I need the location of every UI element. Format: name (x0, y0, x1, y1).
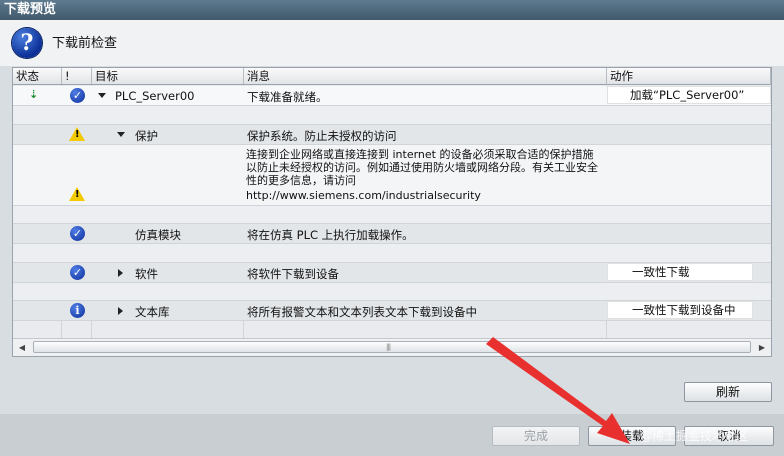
row-message: 将软件下载到设备 (247, 267, 339, 281)
table-row[interactable]: ⇣ ✓ PLC_Server00 下载准备就绪。 加载“PLC_Server00… (13, 86, 771, 105)
check-icon: ✓ (70, 265, 85, 280)
security-link[interactable]: http://www.siemens.com/industrialsecurit… (246, 189, 481, 202)
table-row[interactable]: i 文本库 将所有报警文本和文本列表文本下载到设备中 一致性下载到设备中 (13, 301, 771, 320)
action-select[interactable]: 加载“PLC_Server00” (607, 86, 771, 104)
collapse-arrow-icon[interactable] (98, 93, 106, 98)
scroll-left-icon[interactable]: ◀ (15, 341, 29, 354)
watermark: @稀土掘金技术社区 (640, 429, 749, 443)
header: ? 下载前检查 (0, 20, 784, 66)
security-message: 连接到企业网络或直接连接到 internet 的设备必须采取合适的保护措施以防止… (246, 148, 598, 187)
row-target: PLC_Server00 (115, 89, 195, 103)
row-message: 下载准备就绪。 (247, 90, 328, 104)
column-header-action[interactable]: 动作 (607, 68, 771, 85)
row-target: 仿真模块 (135, 228, 181, 242)
action-select[interactable]: 一致性下载到设备中 (607, 301, 753, 319)
download-status-icon: ⇣ (29, 88, 39, 101)
column-header-target[interactable]: 目标 (92, 68, 244, 85)
row-message: 将在仿真 PLC 上执行加载操作。 (247, 228, 414, 242)
question-icon: ? (12, 28, 42, 58)
row-message: 保护系统。防止未授权的访问 (247, 129, 397, 143)
expand-arrow-icon[interactable] (118, 269, 123, 277)
table-row: ! 连接到企业网络或直接连接到 internet 的设备必须采取合适的保护措施以… (13, 145, 771, 205)
column-header-flag[interactable]: ! (62, 68, 92, 85)
table-row[interactable]: ✓ 软件 将软件下载到设备 一致性下载 (13, 263, 771, 282)
row-target: 文本库 (135, 305, 170, 319)
finish-button[interactable]: 完成 (492, 426, 580, 446)
column-header-message[interactable]: 消息 (244, 68, 607, 85)
horizontal-scrollbar[interactable]: ◀ ||| ▶ (13, 338, 771, 356)
check-icon: ✓ (70, 88, 85, 103)
row-message: 将所有报警文本和文本列表文本下载到设备中 (247, 305, 477, 319)
scroll-right-icon[interactable]: ▶ (755, 341, 769, 354)
window-title: 下载预览 (0, 0, 784, 20)
column-header-status[interactable]: 状态 (13, 68, 62, 85)
refresh-button[interactable]: 刷新 (684, 382, 772, 402)
table-row[interactable]: ✓ 仿真模块 将在仿真 PLC 上执行加载操作。 (13, 224, 771, 243)
table-row[interactable]: ! 保护 保护系统。防止未授权的访问 (13, 125, 771, 144)
warning-icon: ! (69, 187, 85, 201)
row-target: 保护 (135, 129, 158, 143)
check-icon: ✓ (70, 226, 85, 241)
warning-icon: ! (69, 127, 85, 141)
info-icon: i (70, 303, 85, 318)
row-target: 软件 (135, 267, 158, 281)
header-title: 下载前检查 (52, 36, 118, 51)
check-table: 状态 ! 目标 消息 动作 ⇣ ✓ PLC_Server00 下载准备就绪。 加… (12, 67, 772, 357)
action-select[interactable]: 一致性下载 (607, 263, 753, 281)
collapse-arrow-icon[interactable] (117, 132, 125, 137)
expand-arrow-icon[interactable] (118, 307, 123, 315)
scroll-thumb[interactable]: ||| (33, 341, 751, 353)
